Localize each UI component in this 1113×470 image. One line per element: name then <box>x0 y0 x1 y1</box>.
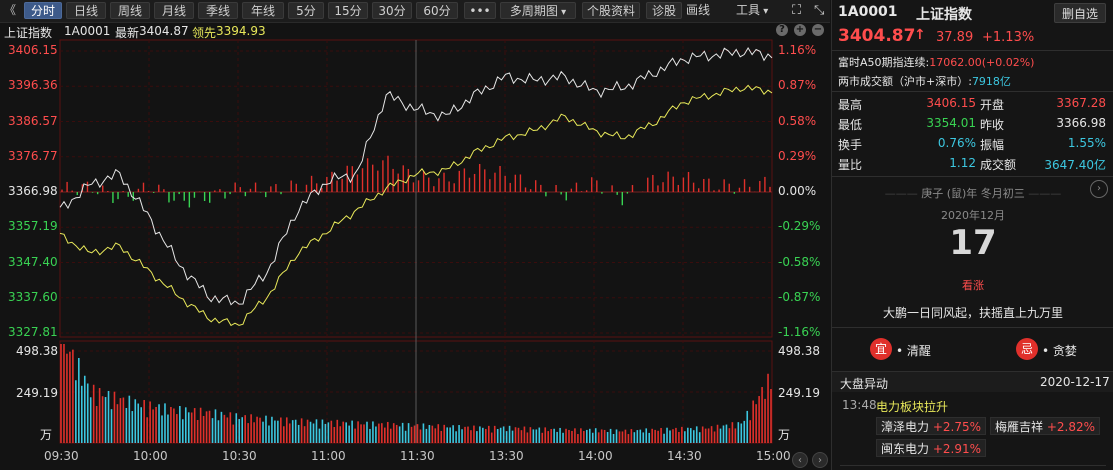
price-tick-left: 3386.57 <box>8 113 58 128</box>
volume-tick-right: 249.19 <box>778 386 820 400</box>
time-tick: 11:30 <box>400 449 435 463</box>
stat-value: 1.12 <box>949 156 976 170</box>
movement-title: 大盘异动 <box>840 377 889 391</box>
price-tick-left: 3366.98 <box>8 184 58 198</box>
intraday-chart[interactable] <box>0 0 830 470</box>
ji-badge: 忌 <box>1016 338 1038 360</box>
volume-tick-left: 498.38 <box>16 344 58 358</box>
pct-tick-right: -0.58% <box>778 254 821 269</box>
calendar-note: 看涨 <box>962 279 984 292</box>
stat-value: 0.76% <box>937 136 976 150</box>
pct-tick-right: 0.29% <box>778 148 817 163</box>
stat-value: 1.55% <box>1067 136 1106 150</box>
pct-tick-right: -0.87% <box>778 289 821 304</box>
price-tick-left: 3406.15 <box>8 43 58 57</box>
delete-watchlist-button[interactable]: 删自选 <box>1054 3 1106 23</box>
yi-text: • 清醒 <box>896 344 931 358</box>
stat-value: 3647.40亿 <box>1044 158 1106 172</box>
stat-value: 3406.15 <box>926 96 976 110</box>
price-tick-left: 3347.40 <box>8 254 58 269</box>
scroll-right-icon[interactable]: › <box>812 452 828 468</box>
time-tick: 15:00 <box>756 449 791 463</box>
lunar-date: ——— 庚子 (鼠)年 冬月初三 ——— <box>884 187 1062 200</box>
stat-label: 量比 <box>838 158 863 172</box>
pct-tick-right: 0.87% <box>778 78 817 93</box>
price-tick-left: 3376.77 <box>8 148 58 163</box>
calendar-day: 17 <box>949 223 997 263</box>
stat-label: 最低 <box>838 118 863 132</box>
panel-price: 3404.87 <box>838 26 916 46</box>
pct-tick-right: 1.16% <box>778 43 817 57</box>
volume-tick-right: 万 <box>778 428 791 442</box>
time-tick: 11:00 <box>311 449 346 463</box>
volume-tick-right: 498.38 <box>778 344 820 358</box>
panel-change-pct: +1.13% <box>982 30 1035 45</box>
panel-name: 上证指数 <box>916 7 972 23</box>
calendar-month: 2020年12月 <box>941 209 1005 222</box>
scroll-left-icon[interactable]: ‹ <box>792 452 808 468</box>
stat-label: 开盘 <box>980 98 1005 112</box>
stat-value: 3367.28 <box>1056 96 1106 110</box>
pct-tick-right: -0.29% <box>778 219 821 234</box>
stat-label: 昨收 <box>980 118 1005 132</box>
stat-label: 最高 <box>838 98 863 112</box>
ji-text: • 贪婪 <box>1042 344 1077 358</box>
volume-tick-left: 249.19 <box>16 386 58 400</box>
stat-value: 3366.98 <box>1056 116 1106 130</box>
quote-panel: 1A0001 上证指数 删自选 3404.87 ↑ 37.89 +1.13% 富… <box>831 0 1113 470</box>
stock-chip[interactable]: 漳泽电力 +2.75% <box>876 417 987 435</box>
volume-tick-left: 万 <box>40 428 53 442</box>
time-tick: 10:30 <box>222 449 257 463</box>
stat-value: 3354.01 <box>926 116 976 130</box>
movement-event[interactable]: 电力板块拉升 <box>876 398 948 415</box>
price-tick-left: 3357.19 <box>8 219 58 234</box>
turnover-value: 7918亿 <box>971 75 1011 88</box>
turnover-label: 两市成交额（沪市+深市）: <box>838 75 972 88</box>
pct-tick-right: 0.00% <box>778 184 817 198</box>
stock-chip[interactable]: 闽东电力 +2.91% <box>876 439 987 457</box>
time-tick: 14:30 <box>667 449 702 463</box>
movement-date: 2020-12-17 <box>1040 375 1110 389</box>
time-tick: 13:30 <box>489 449 524 463</box>
pct-tick-right: 0.58% <box>778 113 817 128</box>
info-circle-icon[interactable]: › <box>1090 180 1108 198</box>
a50-value: 17062.00(+0.02%) <box>929 56 1035 69</box>
stat-label: 换手 <box>838 138 863 152</box>
time-tick: 14:00 <box>578 449 613 463</box>
a50-label: 富时A50期指连续: <box>838 56 930 69</box>
panel-code: 1A0001 <box>838 4 898 20</box>
stat-label: 振幅 <box>980 138 1005 152</box>
time-tick: 10:00 <box>133 449 168 463</box>
yi-badge: 宜 <box>870 338 892 360</box>
pct-tick-right: -1.16% <box>778 325 821 339</box>
next-movement-item <box>840 462 1106 470</box>
stat-label: 成交额 <box>980 158 1017 172</box>
up-arrow-icon: ↑ <box>914 27 926 43</box>
panel-change: 37.89 <box>936 30 974 45</box>
motto: 大鹏一日同风起，扶摇直上九万里 <box>882 306 1063 320</box>
time-tick: 09:30 <box>44 449 79 463</box>
price-tick-left: 3396.36 <box>8 78 58 93</box>
price-tick-left: 3337.60 <box>8 289 58 304</box>
movement-header: 大盘异动 2020-12-17 <box>832 372 1113 392</box>
price-tick-left: 3327.81 <box>8 325 58 339</box>
stock-chip[interactable]: 梅雁吉祥 +2.82% <box>990 417 1101 435</box>
movement-time: 13:48 <box>842 398 877 412</box>
